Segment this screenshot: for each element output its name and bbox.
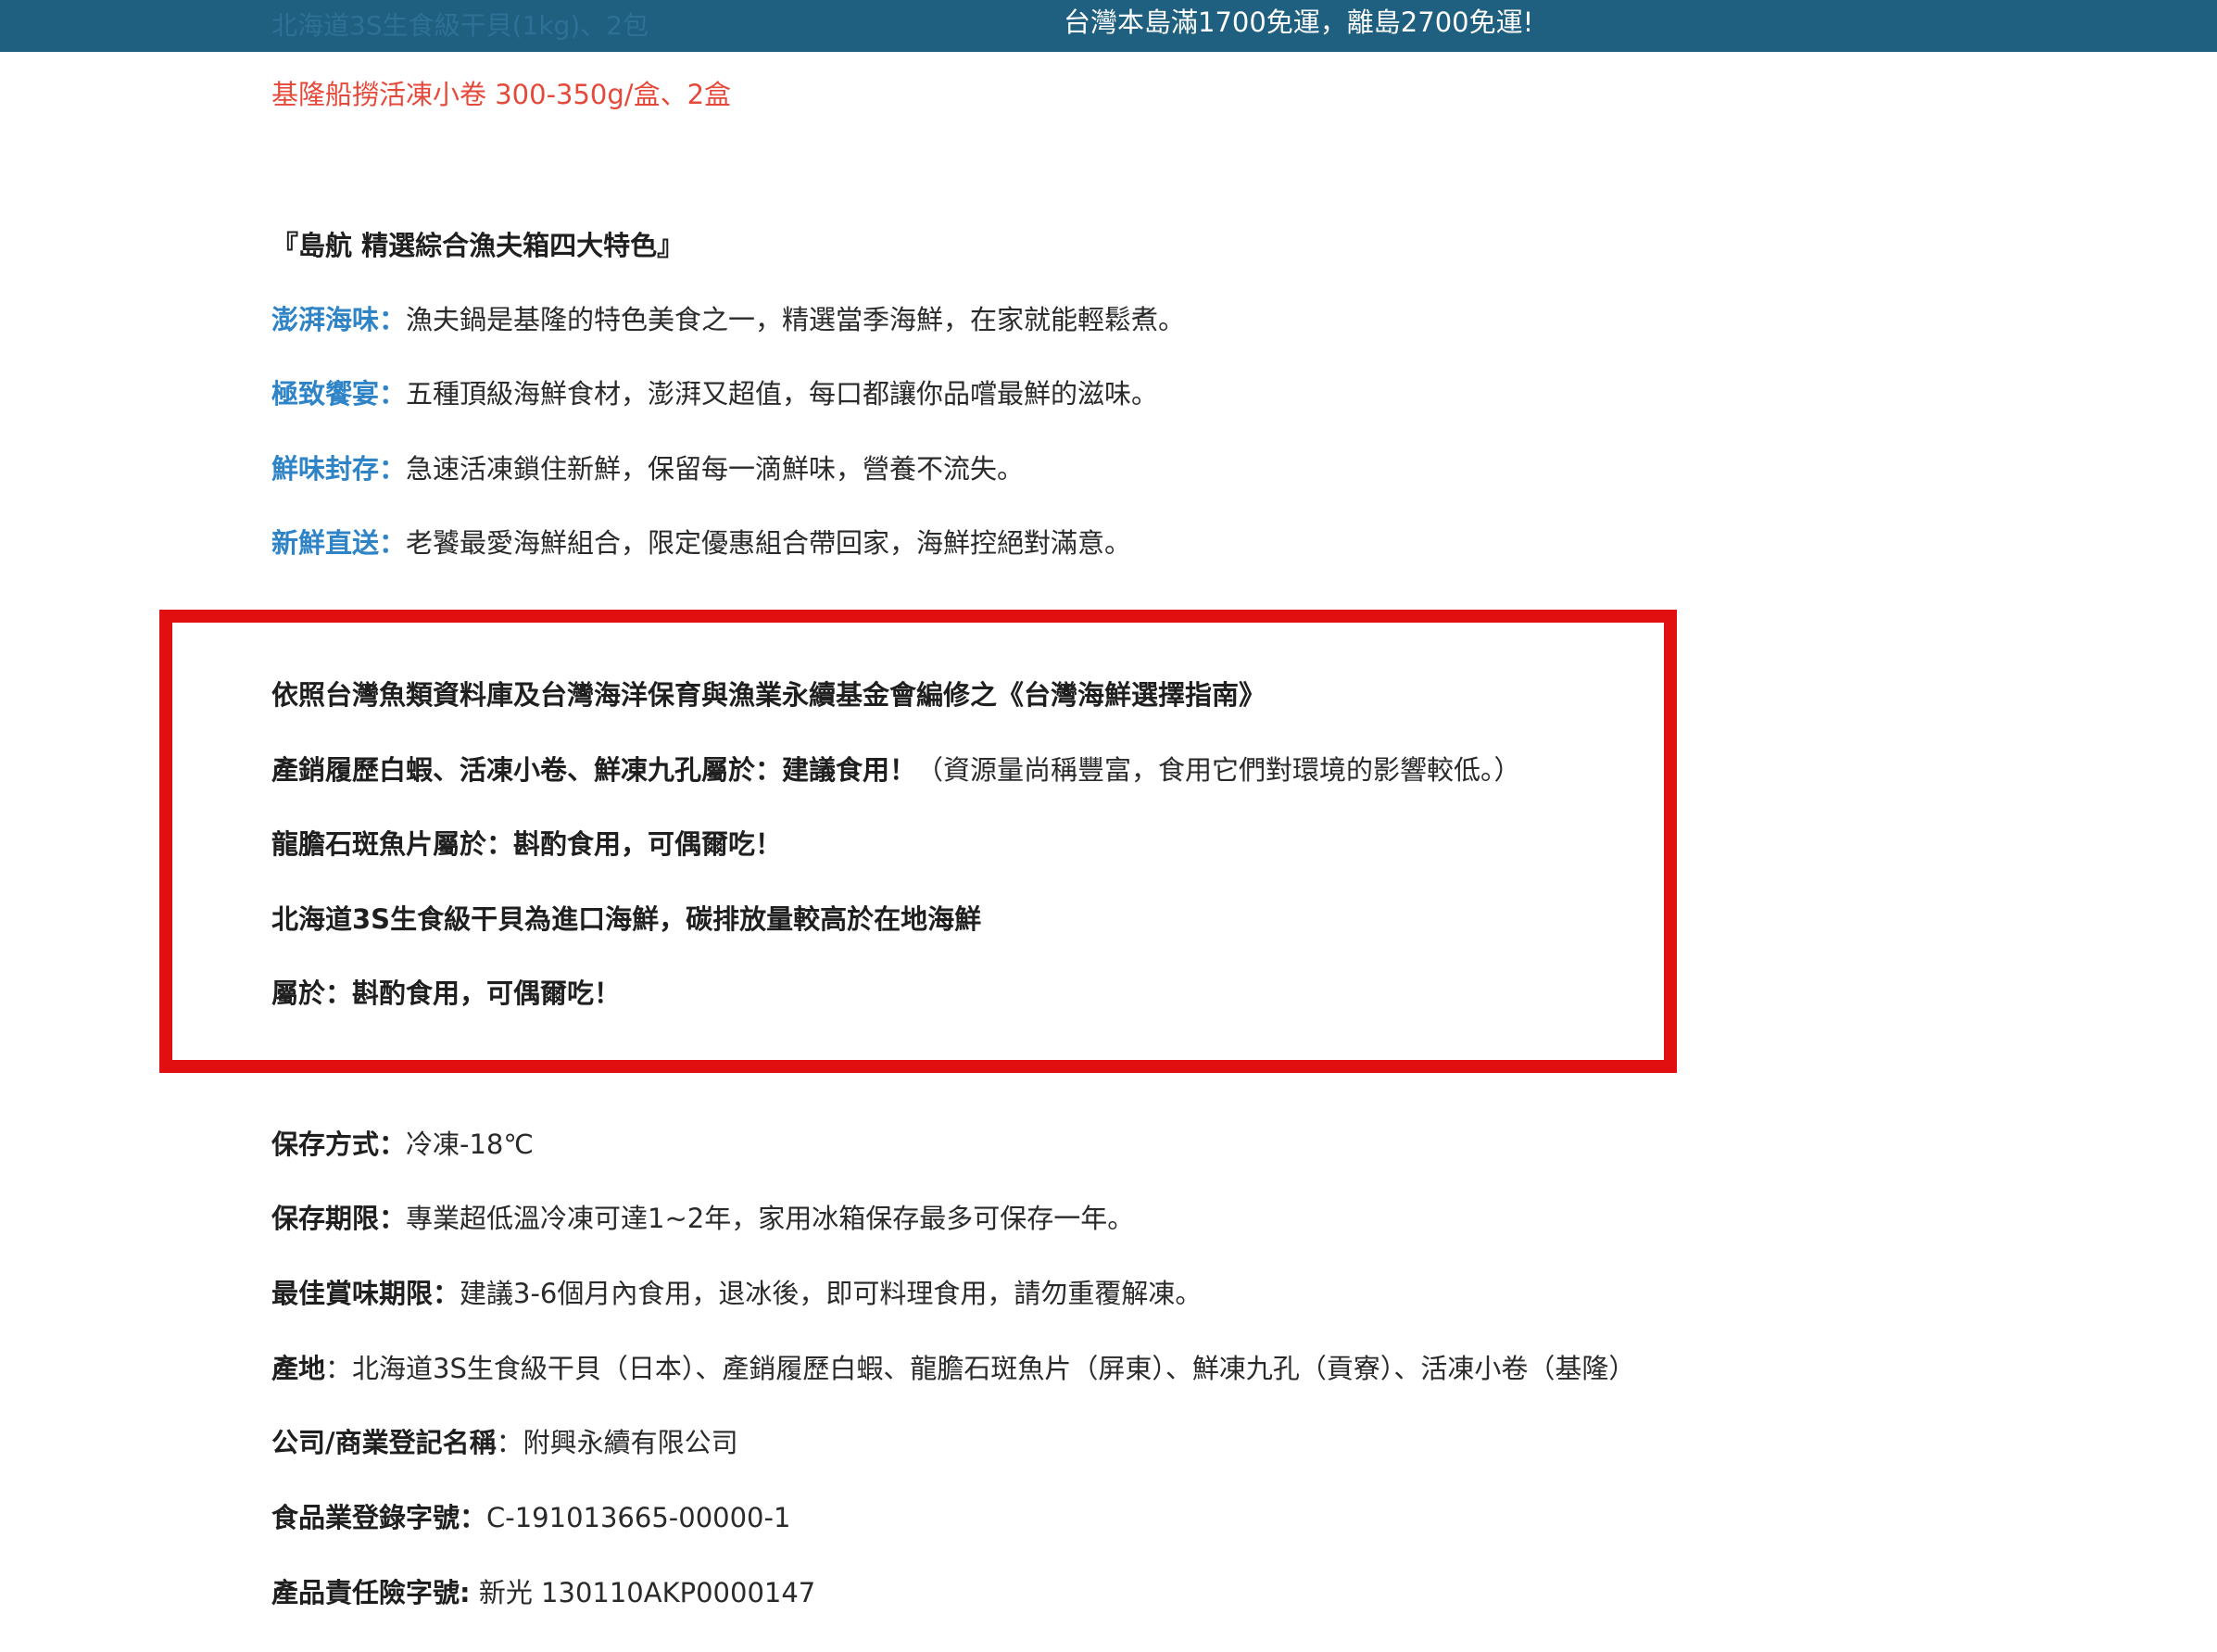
shipping-banner-bar: 北海道3S生食級干貝(1kg)、2包 台灣本島滿1700免運，離島2700免運!: [0, 0, 2217, 52]
notice-highlight: 斟酌食用，可偶爾吃！: [513, 828, 783, 860]
spec-shelf-life: 保存期限：專業超低溫冷凍可達1~2年，家用冰箱保存最多可保存一年。: [271, 1200, 1134, 1237]
spec-value: ：北海道3S生食級干貝（日本）、產銷履歷白蝦、龍膽石斑魚片（屏東）、鮮凍九孔（貢…: [325, 1353, 1636, 1384]
spec-label: 食品業登錄字號：: [271, 1502, 487, 1533]
feature-label: 新鮮直送：: [271, 527, 407, 559]
spec-value: 冷凍-18℃: [406, 1129, 534, 1160]
notice-text: 屬於：: [271, 977, 353, 1009]
spec-origin: 產地：北海道3S生食級干貝（日本）、產銷履歷白蝦、龍膽石斑魚片（屏東）、鮮凍九孔…: [271, 1350, 1635, 1387]
feature-item: 鮮味封存：急速活凍鎖住新鮮，保留每一滴鮮味，營養不流失。: [271, 450, 1024, 487]
feature-label: 鮮味封存：: [271, 453, 407, 485]
spec-liability-insurance: 產品責任險字號: 新光 130110AKP0000147: [271, 1574, 815, 1611]
spec-label: 最佳賞味期限：: [271, 1278, 460, 1309]
scrolled-item-text: 北海道3S生食級干貝(1kg)、2包: [271, 10, 649, 41]
features-heading: 『島航 精選綜合漁夫箱四大特色』: [271, 230, 685, 261]
notice-text: 龍膽石斑魚片屬於：: [271, 828, 514, 860]
spec-value: ：附興永續有限公司: [496, 1427, 738, 1458]
notice-line-recommended: 產銷履歷白蝦、活凍小卷、鮮凍九孔屬於：建議食用！（資源量尚稱豐富，食用它們對環境…: [271, 751, 1521, 788]
spec-label: 公司/商業登記名稱: [271, 1427, 497, 1458]
feature-text: 漁夫鍋是基隆的特色美食之一，精選當季海鮮，在家就能輕鬆煮。: [406, 304, 1186, 335]
notice-line-moderate-import: 屬於：斟酌食用，可偶爾吃！: [271, 975, 621, 1012]
notice-highlight: 斟酌食用，可偶爾吃！: [352, 977, 622, 1009]
spec-label: 產品責任險字號:: [271, 1577, 471, 1608]
notice-highlight: 建議食用！: [782, 754, 917, 786]
notice-line-guide: 依照台灣魚類資料庫及台灣海洋保育與漁業永續基金會編修之《台灣海鮮選擇指南》: [271, 679, 1266, 711]
spec-label: 保存期限：: [271, 1203, 407, 1234]
spec-value: C-191013665-00000-1: [486, 1502, 791, 1533]
shipping-notice: 台灣本島滿1700免運，離島2700免運!: [1064, 6, 1534, 38]
spec-label: 保存方式：: [271, 1129, 407, 1160]
notice-text: （資源量尚稱豐富，食用它們對環境的影響較低。）: [916, 754, 1521, 786]
feature-text: 五種頂級海鮮食材，澎湃又超值，每口都讓你品嚐最鮮的滋味。: [406, 378, 1159, 410]
feature-item: 新鮮直送：老饕最愛海鮮組合，限定優惠組合帶回家，海鮮控絕對滿意。: [271, 524, 1131, 561]
notice-line-import: 北海道3S生食級干貝為進口海鮮，碳排放量較高於在地海鮮: [271, 903, 982, 935]
feature-item: 極致饗宴：五種頂級海鮮食材，澎湃又超值，每口都讓你品嚐最鮮的滋味。: [271, 375, 1158, 412]
spec-label: 產地: [271, 1353, 326, 1384]
spec-storage-method: 保存方式：冷凍-18℃: [271, 1126, 534, 1163]
feature-label: 極致饗宴：: [271, 378, 407, 410]
spec-company: 公司/商業登記名稱：附興永續有限公司: [271, 1424, 738, 1461]
spec-value: 建議3-6個月內食用，退冰後，即可料理食用，請勿重覆解凍。: [460, 1278, 1203, 1309]
feature-item: 澎湃海味：漁夫鍋是基隆的特色美食之一，精選當季海鮮，在家就能輕鬆煮。: [271, 301, 1185, 338]
notice-line-moderate: 龍膽石斑魚片屬於：斟酌食用，可偶爾吃！: [271, 826, 782, 863]
feature-label: 澎湃海味：: [271, 304, 407, 335]
spec-best-before: 最佳賞味期限：建議3-6個月內食用，退冰後，即可料理食用，請勿重覆解凍。: [271, 1275, 1202, 1312]
feature-text: 老饕最愛海鮮組合，限定優惠組合帶回家，海鮮控絕對滿意。: [406, 527, 1132, 559]
spec-value: 新光 130110AKP0000147: [470, 1577, 816, 1608]
spec-food-registration: 食品業登錄字號：C-191013665-00000-1: [271, 1499, 790, 1536]
feature-text: 急速活凍鎖住新鮮，保留每一滴鮮味，營養不流失。: [406, 453, 1025, 485]
product-description-page: 北海道3S生食級干貝(1kg)、2包 台灣本島滿1700免運，離島2700免運!…: [0, 0, 2217, 1652]
notice-text: 產銷履歷白蝦、活凍小卷、鮮凍九孔屬於：: [271, 754, 783, 786]
spec-value: 專業超低溫冷凍可達1~2年，家用冰箱保存最多可保存一年。: [406, 1203, 1135, 1234]
item-line: 基隆船撈活凍小卷 300-350g/盒、2盒: [271, 79, 732, 110]
